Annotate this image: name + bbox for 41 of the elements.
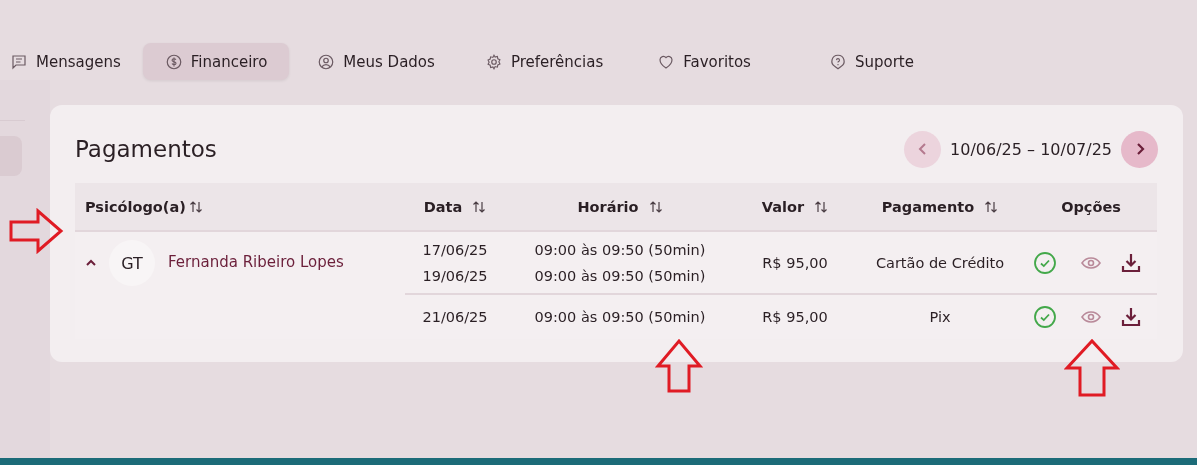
user-icon <box>317 52 336 71</box>
chat-icon <box>10 52 28 71</box>
column-header: Pagamento <box>881 198 975 215</box>
nav-tab[interactable]: Preferências <box>462 43 626 80</box>
time-text: 09:00 às 09:50 (50min) <box>534 266 706 286</box>
psychologist-name[interactable]: Fernanda Ribeiro Lopes <box>168 253 344 271</box>
annotation-arrow <box>655 338 703 394</box>
price-text: R$ 95,00 <box>762 253 828 273</box>
sort-icon[interactable] <box>814 199 829 214</box>
download-icon[interactable] <box>1119 305 1143 329</box>
nav-tab[interactable]: Meus Dados <box>295 43 457 80</box>
date-range: 10/06/25 – 10/07/25 <box>950 139 1112 159</box>
help-icon <box>828 52 847 71</box>
payment-method: Cartão de Crédito <box>875 253 1005 273</box>
column-header: Opções <box>1061 198 1121 215</box>
time-text: 09:00 às 09:50 (50min) <box>534 240 706 260</box>
sort-icon[interactable] <box>984 199 999 214</box>
nav-tab[interactable]: Favoritos <box>635 43 773 80</box>
next-button[interactable] <box>1121 130 1158 168</box>
nav-tab[interactable]: Suporte <box>806 43 936 80</box>
gear-icon <box>484 52 503 71</box>
date-text: 19/06/25 <box>422 266 488 286</box>
avatar: GT <box>109 240 155 286</box>
nav-tab[interactable]: Financeiro <box>142 43 290 80</box>
column-header: Valor <box>761 198 805 215</box>
payment-method: Pix <box>929 308 951 327</box>
sort-icon[interactable] <box>188 199 203 214</box>
nav-tab[interactable]: Mensagens <box>8 43 143 80</box>
sort-icon[interactable] <box>648 199 663 214</box>
card-title: Pagamentos <box>75 136 217 162</box>
dollar-icon <box>164 52 183 71</box>
time-text: 09:00 às 09:50 (50min) <box>534 308 706 327</box>
sort-icon[interactable] <box>472 199 487 214</box>
column-header: Data <box>423 198 463 215</box>
annotation-arrow <box>1064 338 1120 398</box>
column-header: Psicólogo(a) <box>85 198 186 215</box>
annotation-arrow <box>8 208 64 254</box>
price-text: R$ 95,00 <box>762 308 828 327</box>
column-header: Horário <box>577 198 639 215</box>
date-text: 17/06/25 <box>422 240 488 260</box>
date-text: 21/06/25 <box>422 308 488 327</box>
